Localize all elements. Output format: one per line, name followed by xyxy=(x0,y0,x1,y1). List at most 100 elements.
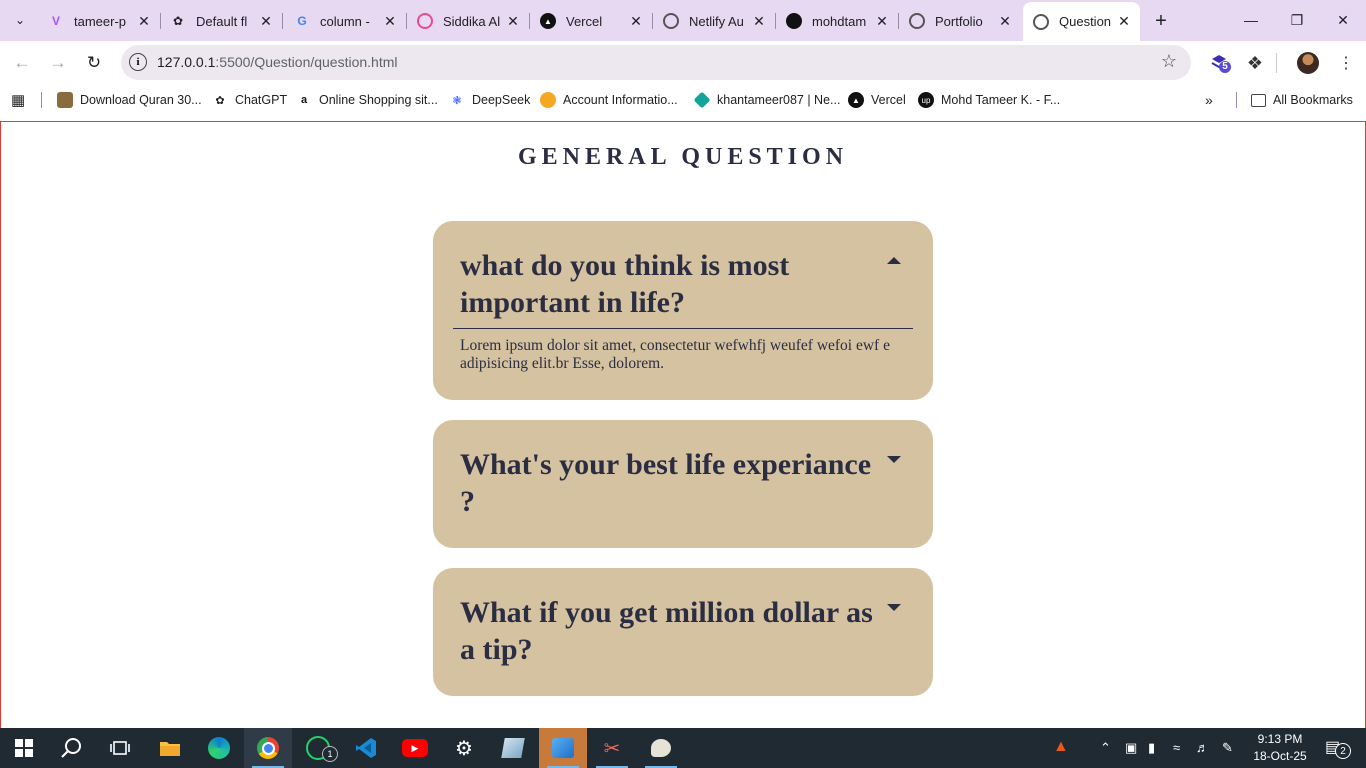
caret-up-icon[interactable] xyxy=(887,257,901,264)
notifications-button[interactable]: ▤ 2 xyxy=(1325,737,1351,759)
pen-icon[interactable]: ✎ xyxy=(1222,740,1233,756)
wifi-icon[interactable]: ≈ xyxy=(1173,740,1180,755)
reload-button[interactable]: ↻ xyxy=(82,51,106,75)
bookmark-star-icon[interactable]: ☆ xyxy=(1161,51,1177,72)
bookmark-amazon[interactable]: a Online Shopping sit... xyxy=(296,90,438,110)
address-bar[interactable]: i 127.0.0.1:5500/Question/question.html … xyxy=(121,45,1191,80)
camera-icon: ▣ xyxy=(1125,740,1138,755)
snipping-tool-button[interactable]: ✂ xyxy=(588,728,636,768)
back-button[interactable]: ← xyxy=(10,51,34,75)
tab-title: tameer-p xyxy=(74,13,127,29)
arrow-left-icon: ← xyxy=(13,53,31,72)
close-window-button[interactable]: ✕ xyxy=(1331,8,1355,32)
faq-item[interactable]: What if you get million dollar as a tip? xyxy=(433,568,933,696)
youtube-button[interactable]: ▶ xyxy=(391,728,439,768)
clock-time: 9:13 PM xyxy=(1257,732,1303,746)
bookmark-chatgpt[interactable]: ✿ ChatGPT xyxy=(212,90,287,110)
faq-question[interactable]: what do you think is most important in l… xyxy=(460,247,880,321)
faq-question[interactable]: What if you get million dollar as a tip? xyxy=(460,594,880,668)
volume-icon[interactable]: ♬ xyxy=(1196,740,1209,755)
faq-question[interactable]: What's your best life experiance ? xyxy=(460,446,880,520)
close-icon[interactable]: ✕ xyxy=(136,13,152,29)
url-text[interactable]: 127.0.0.1:5500/Question/question.html xyxy=(157,54,398,70)
clock[interactable]: 9:13 PM 18-Oct-25 xyxy=(1240,731,1320,765)
tab-vercel[interactable]: ▲ Vercel ✕ xyxy=(530,6,652,36)
url-host: 127.0.0.1 xyxy=(157,54,216,70)
puzzle-icon: ❖ xyxy=(1246,52,1264,73)
bookmark-upwork[interactable]: up Mohd Tameer K. - F... xyxy=(918,90,1060,110)
bookmark-account[interactable]: Account Informatio... xyxy=(540,90,678,110)
bookmark-vercel[interactable]: ▲ Vercel xyxy=(848,90,906,110)
close-icon[interactable]: ✕ xyxy=(997,13,1013,29)
edge-button[interactable] xyxy=(195,728,243,768)
scissors-icon: ✂ xyxy=(603,737,621,760)
extensions-button[interactable]: ❖ xyxy=(1243,51,1267,75)
extension-button[interactable]: 5 xyxy=(1208,51,1232,75)
faq-divider xyxy=(453,328,913,329)
openai-icon: ✿ xyxy=(215,94,225,107)
all-bookmarks-button[interactable]: All Bookmarks xyxy=(1251,90,1353,110)
avatar xyxy=(1297,52,1319,74)
faq-item[interactable]: What's your best life experiance ? xyxy=(433,420,933,548)
caret-down-icon[interactable] xyxy=(887,604,901,611)
tab-strip: ⌄ V tameer-p ✕ ✿ Default fl ✕ G column -… xyxy=(0,0,1366,41)
tab-column[interactable]: G column - ✕ xyxy=(284,6,406,36)
tab-search-button[interactable]: ⌄ xyxy=(8,8,32,32)
tab-tameer[interactable]: V tameer-p ✕ xyxy=(38,6,160,36)
new-tab-button[interactable]: + xyxy=(1150,10,1172,32)
gear-icon: ⚙ xyxy=(455,737,473,760)
vscode-button[interactable] xyxy=(342,728,390,768)
close-icon[interactable]: ✕ xyxy=(258,13,274,29)
close-icon[interactable]: ✕ xyxy=(505,13,521,29)
tab-portfolio[interactable]: Portfolio ✕ xyxy=(899,6,1021,36)
close-icon[interactable]: ✕ xyxy=(874,13,890,29)
task-view-button[interactable] xyxy=(96,728,144,768)
photos-button[interactable] xyxy=(539,728,587,768)
app-tray-icon[interactable]: ▲ xyxy=(1053,738,1069,756)
battery-glyph-icon: ▮ xyxy=(1148,740,1156,755)
close-icon[interactable]: ✕ xyxy=(382,13,398,29)
folder-icon xyxy=(160,742,180,756)
tab-github[interactable]: mohdtam ✕ xyxy=(776,6,898,36)
bookmark-quran[interactable]: Download Quran 30... xyxy=(57,90,202,110)
minimize-button[interactable]: — xyxy=(1239,8,1263,32)
close-icon[interactable]: ✕ xyxy=(751,13,767,29)
profile-button[interactable] xyxy=(1296,51,1320,75)
more-bookmarks-button[interactable]: » xyxy=(1205,90,1213,110)
chevron-double-right-icon: » xyxy=(1205,92,1213,108)
globe-icon xyxy=(909,13,925,29)
tab-default[interactable]: ✿ Default fl ✕ xyxy=(160,6,282,36)
site-info-icon[interactable]: i xyxy=(129,53,147,71)
app-button[interactable] xyxy=(489,728,537,768)
bookmark-label: Online Shopping sit... xyxy=(319,93,438,107)
tab-question[interactable]: Question ✕ xyxy=(1023,2,1140,41)
paint-button[interactable] xyxy=(637,728,685,768)
settings-button[interactable]: ⚙ xyxy=(440,728,488,768)
close-icon[interactable]: ✕ xyxy=(628,13,644,29)
file-explorer-button[interactable] xyxy=(146,728,194,768)
forward-button[interactable]: → xyxy=(46,51,70,75)
vercel-icon: ▲ xyxy=(540,13,556,29)
show-hidden-icons-button[interactable]: ⌃ xyxy=(1100,740,1111,756)
start-button[interactable] xyxy=(0,728,48,768)
tab-siddika[interactable]: Siddika Al ✕ xyxy=(407,6,529,36)
bookmark-netlify[interactable]: khantameer087 | Ne... xyxy=(693,90,840,110)
tab-netlify[interactable]: Netlify Au ✕ xyxy=(653,6,775,36)
menu-button[interactable]: ⋮ xyxy=(1334,51,1358,75)
chrome-icon xyxy=(257,737,279,759)
faq-item-expanded[interactable]: what do you think is most important in l… xyxy=(433,221,933,400)
close-icon[interactable]: ✕ xyxy=(1116,13,1132,30)
bookmark-deepseek[interactable]: ❃ DeepSeek xyxy=(449,90,530,110)
apps-button[interactable]: ▦ xyxy=(11,90,25,110)
amazon-icon: a xyxy=(300,94,308,106)
chrome-button[interactable] xyxy=(244,728,292,768)
caret-down-icon[interactable] xyxy=(887,456,901,463)
pen-glyph-icon: ✎ xyxy=(1222,740,1233,755)
meet-now-icon[interactable]: ▣ xyxy=(1125,740,1137,756)
faq-answer: Lorem ipsum dolor sit amet, consectetur … xyxy=(460,337,890,372)
restore-button[interactable]: ❐ xyxy=(1285,8,1309,32)
search-button[interactable] xyxy=(48,728,96,768)
whatsapp-button[interactable]: 1 xyxy=(294,728,342,768)
battery-icon[interactable]: ▮ xyxy=(1148,740,1155,756)
bookmark-label: Download Quran 30... xyxy=(80,93,202,107)
